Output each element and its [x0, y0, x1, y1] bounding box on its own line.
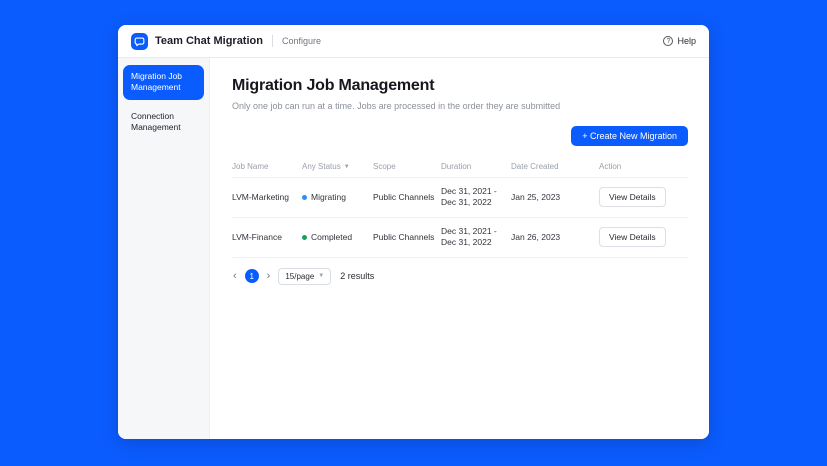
cell-job-name: LVM-Finance — [232, 232, 300, 243]
cell-duration: Dec 31, 2021 - Dec 31, 2022 — [441, 226, 509, 249]
pagination: ‹ 1 › 15/page ▼ 2 results — [232, 268, 688, 285]
help-button[interactable]: ? Help — [663, 36, 696, 46]
next-page-chevron-icon[interactable]: › — [266, 271, 272, 282]
col-header-scope: Scope — [373, 162, 439, 171]
help-label: Help — [677, 36, 696, 46]
main-content: Migration Job Management Only one job ca… — [210, 58, 709, 439]
status-dot-icon — [302, 235, 307, 240]
cell-date-created: Jan 25, 2023 — [511, 192, 597, 203]
team-chat-logo — [131, 33, 148, 50]
cell-action: View Details — [599, 187, 688, 207]
col-header-job-name: Job Name — [232, 162, 300, 171]
sidebar: Migration Job Management Connection Mana… — [118, 58, 210, 439]
col-header-date-created: Date Created — [511, 162, 597, 171]
cell-job-name: LVM-Marketing — [232, 192, 300, 203]
status-dot-icon — [302, 195, 307, 200]
table-row: LVM-Finance Completed Public Channels De… — [232, 218, 688, 258]
cell-status: Completed — [302, 232, 371, 243]
status-label: Migrating — [311, 192, 346, 203]
chevron-down-icon: ▼ — [318, 273, 324, 279]
col-header-action: Action — [599, 162, 688, 171]
page-title: Migration Job Management — [232, 77, 688, 95]
sidebar-item-migration-job-management[interactable]: Migration Job Management — [123, 65, 204, 100]
cell-duration: Dec 31, 2021 - Dec 31, 2022 — [441, 186, 509, 209]
jobs-table: Job Name Any Status ▼ Scope Duration Dat… — [232, 157, 688, 258]
nav-configure[interactable]: Configure — [282, 36, 321, 46]
previous-page-chevron-icon[interactable]: ‹ — [232, 271, 238, 282]
chevron-down-icon: ▼ — [344, 164, 350, 170]
chat-bubble-icon — [134, 36, 145, 47]
page-number-button[interactable]: 1 — [245, 269, 259, 283]
table-row: LVM-Marketing Migrating Public Channels … — [232, 178, 688, 218]
header-divider — [272, 35, 273, 47]
col-header-duration: Duration — [441, 162, 509, 171]
view-details-button[interactable]: View Details — [599, 227, 666, 247]
status-label: Completed — [311, 232, 352, 243]
results-count: 2 results — [340, 271, 374, 281]
top-bar: Team Chat Migration Configure ? Help — [118, 25, 709, 58]
cell-scope: Public Channels — [373, 232, 439, 243]
page-subtitle: Only one job can run at a time. Jobs are… — [232, 101, 688, 111]
question-circle-icon: ? — [663, 36, 673, 46]
col-header-status-filter[interactable]: Any Status ▼ — [302, 162, 371, 171]
status-filter-label: Any Status — [302, 162, 341, 171]
cell-status: Migrating — [302, 192, 371, 203]
sidebar-item-connection-management[interactable]: Connection Management — [123, 105, 204, 140]
app-window: Team Chat Migration Configure ? Help Mig… — [118, 25, 709, 439]
view-details-button[interactable]: View Details — [599, 187, 666, 207]
app-title: Team Chat Migration — [155, 35, 263, 47]
cell-date-created: Jan 26, 2023 — [511, 232, 597, 243]
create-new-migration-button[interactable]: + Create New Migration — [571, 126, 688, 146]
page-size-select[interactable]: 15/page ▼ — [278, 268, 331, 285]
table-header-row: Job Name Any Status ▼ Scope Duration Dat… — [232, 157, 688, 178]
page-size-value: 15/page — [285, 272, 314, 281]
cell-action: View Details — [599, 227, 688, 247]
cell-scope: Public Channels — [373, 192, 439, 203]
